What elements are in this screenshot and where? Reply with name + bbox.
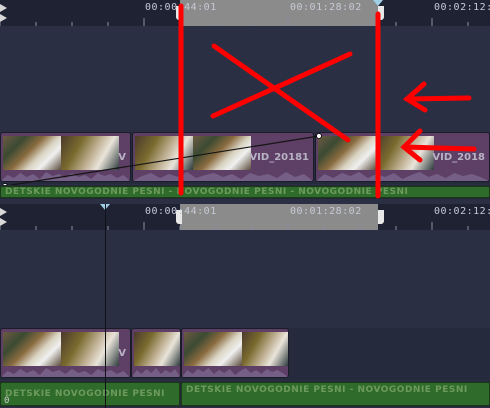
position-counter: 0	[4, 396, 10, 406]
timeline-marker-icon[interactable]	[373, 0, 383, 6]
timeline-ruler[interactable]: 00:00:44:01 00:01:28:02 00:02:12:0	[0, 0, 490, 26]
clip-name: V	[118, 348, 126, 359]
clip-thumbnail	[242, 332, 288, 366]
audio-waveform	[1, 368, 130, 377]
ruler-label: 00:02:12:0	[434, 2, 490, 13]
ruler-label: 00:01:28:02	[290, 206, 362, 217]
ruler-label: 00:02:12:0	[434, 206, 490, 217]
video-track: V VID_20181 VID_2018	[0, 132, 490, 189]
video-track: V	[0, 328, 490, 380]
clip-thumbnail	[134, 332, 180, 366]
audio-track: DETSKIE NOVOGODNIE PESNI - NOVOGODNIE PE…	[0, 185, 490, 199]
transition-keyframe-line	[2, 133, 322, 189]
ruler-ticks	[0, 222, 469, 230]
keyframe-dot-icon[interactable]	[316, 133, 322, 139]
ruler-label: 00:00:44:01	[145, 2, 217, 13]
timeline-ruler[interactable]: 00:00:44:01 00:01:28:02 00:02:12:0	[0, 204, 490, 230]
video-clip[interactable]	[181, 328, 289, 378]
audio-clip[interactable]: DETSKIE NOVOGODNIE PESNI	[0, 382, 180, 406]
timeline-bottom: 00:00:44:01 00:01:28:02 00:02:12:0 V	[0, 204, 490, 408]
video-clip[interactable]: V	[0, 328, 131, 378]
timeline-top: 00:00:44:01 00:01:28:02 00:02:12:0 V VID…	[0, 0, 490, 204]
audio-waveform	[182, 368, 288, 377]
clip-thumbnail	[184, 332, 242, 366]
clip-thumbnail	[61, 332, 119, 366]
audio-clip-name: DETSKIE NOVOGODNIE PESNI - NOVOGODNIE PE…	[186, 385, 468, 395]
clip-thumbnail	[3, 332, 61, 366]
ruler-ticks	[0, 18, 469, 26]
audio-clip[interactable]: DETSKIE NOVOGODNIE PESNI - NOVOGODNIE PE…	[181, 382, 490, 406]
ruler-label: 00:01:28:02	[290, 2, 362, 13]
video-clip[interactable]	[131, 328, 181, 378]
audio-track: DETSKIE NOVOGODNIE PESNI DETSKIE NOVOGOD…	[0, 381, 490, 407]
audio-clip[interactable]: DETSKIE NOVOGODNIE PESNI - NOVOGODNIE PE…	[0, 186, 490, 198]
playhead[interactable]	[105, 204, 106, 408]
ruler-label: 00:00:44:01	[145, 206, 217, 217]
audio-waveform	[132, 368, 180, 377]
audio-clip-name: DETSKIE NOVOGODNIE PESNI	[5, 389, 166, 399]
audio-clip-name: DETSKIE NOVOGODNIE PESNI - NOVOGODNIE PE…	[5, 187, 409, 197]
